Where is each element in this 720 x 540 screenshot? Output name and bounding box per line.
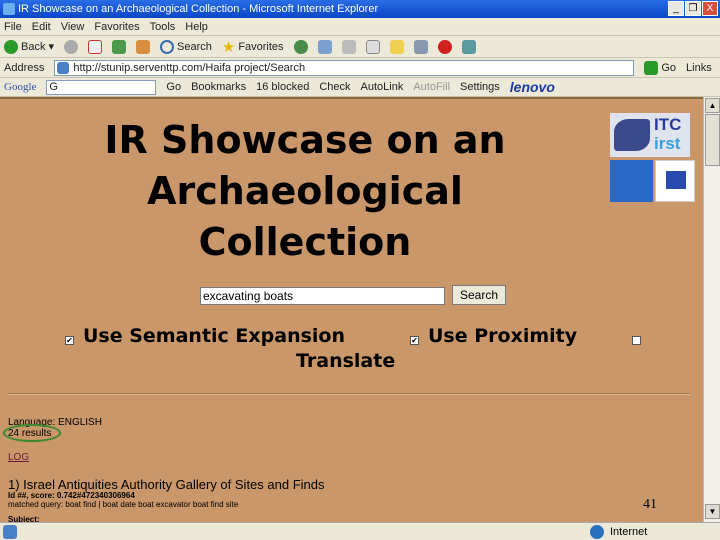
- menu-file[interactable]: File: [4, 21, 22, 33]
- messenger-button[interactable]: [437, 39, 452, 54]
- menu-tools[interactable]: Tools: [150, 21, 176, 33]
- google-logo: Google: [4, 81, 37, 93]
- search-input[interactable]: excavating boats: [200, 287, 445, 305]
- back-button[interactable]: Back ▾: [4, 39, 54, 54]
- proximity-checkbox[interactable]: ✔: [410, 336, 419, 345]
- discuss-button[interactable]: [389, 39, 404, 54]
- go-button[interactable]: Go: [644, 60, 676, 75]
- research-button[interactable]: [413, 39, 428, 54]
- google-toolbar: Google G Go Bookmarks 16 blocked Check A…: [0, 78, 720, 97]
- home-button[interactable]: [136, 39, 150, 54]
- vertical-scrollbar[interactable]: ▲ ▼: [703, 97, 720, 522]
- menu-edit[interactable]: Edit: [32, 21, 51, 33]
- page-title: IR Showcase on an Archaeological Collect…: [104, 118, 506, 264]
- menu-favorites[interactable]: Favorites: [94, 21, 139, 33]
- result-matched-query: matched query: boat find | boat date boa…: [8, 500, 239, 509]
- slide-number: 41: [643, 497, 657, 512]
- address-label: Address: [4, 61, 45, 74]
- title-bar: IR Showcase on an Archaeological Collect…: [0, 0, 720, 18]
- links-button[interactable]: Links: [686, 62, 712, 74]
- bar-ilan-logo: [655, 160, 695, 202]
- scroll-up-button[interactable]: ▲: [705, 98, 720, 113]
- page-icon: [57, 61, 70, 74]
- refresh-button[interactable]: [112, 39, 126, 54]
- toolbar: Back ▾ Search ★ Favorites: [0, 36, 720, 58]
- lenovo-logo: lenovo: [509, 79, 555, 95]
- menu-help[interactable]: Help: [185, 21, 208, 33]
- page-status-icon: [3, 525, 17, 539]
- highlight-circle: [3, 424, 61, 442]
- tool-button[interactable]: [461, 39, 476, 54]
- forward-button[interactable]: [64, 39, 78, 54]
- scroll-down-button[interactable]: ▼: [705, 504, 720, 519]
- scroll-thumb[interactable]: [705, 114, 720, 166]
- divider: [8, 393, 690, 395]
- mail-button[interactable]: [317, 39, 332, 54]
- edit-button[interactable]: [365, 39, 380, 54]
- result-id: Id ##, score: 0.742#472340306964: [8, 491, 135, 500]
- leaf-icon: [614, 119, 650, 151]
- google-go-button[interactable]: Go: [166, 81, 181, 93]
- bookmarks-button[interactable]: Bookmarks: [191, 81, 246, 93]
- semantic-expansion-checkbox[interactable]: ✔: [65, 336, 74, 345]
- google-search-input[interactable]: G: [46, 79, 157, 95]
- media-button[interactable]: [293, 39, 308, 54]
- status-bar: Internet: [0, 522, 720, 540]
- window-title: IR Showcase on an Archaeological Collect…: [18, 3, 379, 15]
- log-link[interactable]: LOG: [8, 452, 29, 463]
- translate-label: Translate: [296, 350, 396, 372]
- globe-icon: [590, 525, 604, 539]
- back-arrow-icon: [4, 39, 18, 54]
- autolink-button[interactable]: AutoLink: [361, 81, 404, 93]
- settings-button[interactable]: Settings: [460, 81, 500, 93]
- go-arrow-icon: [644, 60, 659, 75]
- proximity-label: Use Proximity: [428, 325, 578, 347]
- search-submit-button[interactable]: Search: [452, 285, 506, 305]
- itc-irst-logo: ITC irst: [610, 113, 690, 157]
- translate-checkbox[interactable]: [632, 336, 641, 345]
- menu-view[interactable]: View: [61, 21, 85, 33]
- stop-button[interactable]: [88, 39, 102, 54]
- spellcheck-button[interactable]: Check: [319, 81, 350, 93]
- search-icon: [160, 39, 174, 54]
- maximize-button[interactable]: ❐: [685, 1, 701, 16]
- close-button[interactable]: X: [702, 1, 718, 16]
- university-logo-1: [610, 160, 653, 202]
- favorites-button[interactable]: ★ Favorites: [222, 38, 284, 56]
- menu-bar: File Edit View Favorites Tools Help: [0, 18, 720, 36]
- autofill-button[interactable]: AutoFill: [413, 81, 450, 93]
- minimize-button[interactable]: _: [668, 1, 684, 16]
- security-zone: Internet: [610, 526, 648, 538]
- star-icon: ★: [221, 38, 236, 56]
- popup-blocker[interactable]: 16 blocked: [256, 81, 309, 93]
- url-input[interactable]: http://stunip.serventtp.com/Haifa projec…: [54, 59, 635, 76]
- page-content: IR Showcase on an Archaeological Collect…: [0, 97, 703, 524]
- ie-icon: [3, 3, 15, 15]
- address-bar: Address http://stunip.serventtp.com/Haif…: [0, 58, 720, 78]
- print-button[interactable]: [341, 39, 356, 54]
- semantic-expansion-label: Use Semantic Expansion: [83, 325, 346, 347]
- search-button[interactable]: Search: [160, 39, 212, 54]
- result-title[interactable]: 1) Israel Antiquities Authority Gallery …: [8, 477, 325, 492]
